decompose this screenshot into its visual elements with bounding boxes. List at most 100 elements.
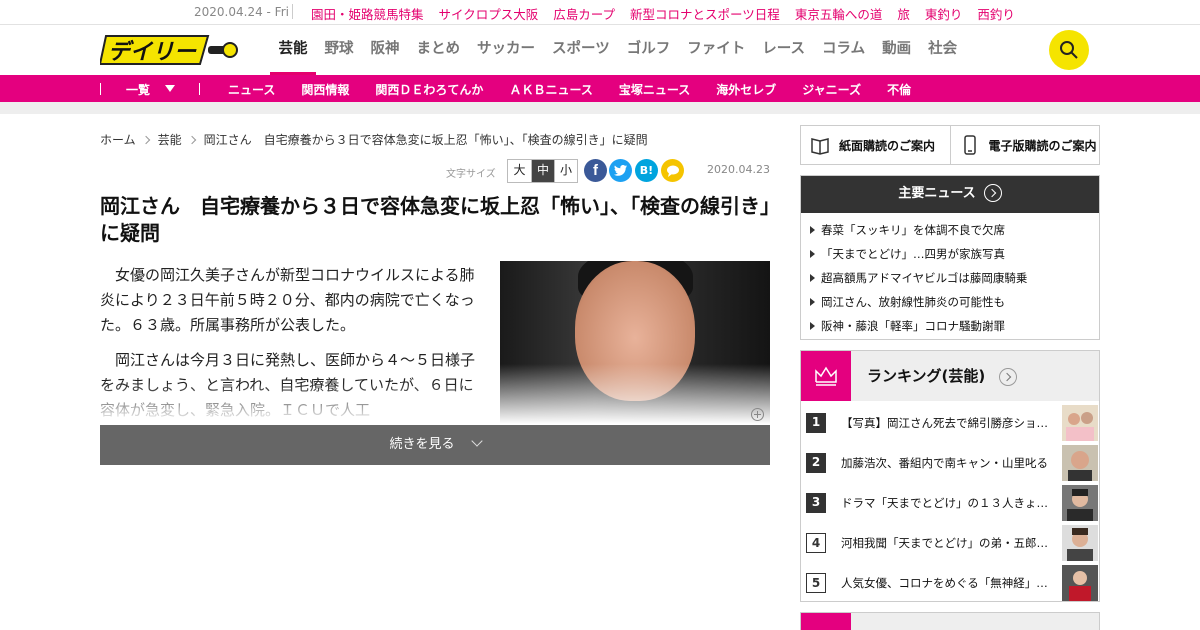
top-link[interactable]: 広島カープ xyxy=(553,4,615,23)
nav-fight[interactable]: ファイト xyxy=(679,25,754,75)
ranking-link[interactable]: 人気女優、コロナをめぐる「無神経」… xyxy=(841,575,1059,591)
subnav-item[interactable]: 海外セレブ xyxy=(716,81,776,98)
subscribe-row: 紙面購読のご案内 電子版購読のご案内 xyxy=(800,125,1100,165)
subnav-item[interactable]: 関西情報 xyxy=(301,81,349,98)
breadcrumb-category[interactable]: 芸能 xyxy=(158,131,182,148)
nav-column[interactable]: コラム xyxy=(814,25,874,75)
zoom-plus-icon[interactable] xyxy=(751,408,764,421)
subnav-item[interactable]: 不倫 xyxy=(887,81,911,98)
nav-yakyu[interactable]: 野球 xyxy=(316,25,362,75)
subnav-item[interactable]: 関西ＤＥわろてんか xyxy=(375,81,483,98)
ranking-link[interactable]: 【写真】岡江さん死去で綿引勝彦ショ… xyxy=(841,415,1059,431)
crown-badge xyxy=(801,613,851,630)
top-link[interactable]: 東釣り xyxy=(925,4,963,23)
news-link[interactable]: 超高額馬アドマイヤビルゴは藤岡康騎乗 xyxy=(821,271,1027,285)
subnav-item[interactable]: ジャニーズ xyxy=(802,81,861,98)
triangle-right-icon xyxy=(810,298,815,306)
ranking-thumbnail xyxy=(1062,525,1098,561)
font-size-small[interactable]: 小 xyxy=(554,160,577,182)
logo-graphic: デイリー xyxy=(98,35,238,65)
chevron-right-icon xyxy=(187,135,196,144)
nav-matome[interactable]: まとめ xyxy=(408,25,469,75)
ranking-item[interactable]: 1 【写真】岡江さん死去で綿引勝彦ショ… xyxy=(806,404,1098,442)
divider xyxy=(199,83,200,95)
text-fade xyxy=(100,383,478,423)
search-icon xyxy=(1060,41,1078,59)
nav-sports[interactable]: スポーツ xyxy=(544,25,619,75)
news-link[interactable]: 岡江さん、放射線性肺炎の可能性も xyxy=(821,295,1005,309)
top-link[interactable]: 新型コロナとスポーツ日程 xyxy=(630,4,780,23)
ranking-thumbnail xyxy=(1062,485,1098,521)
triangle-right-icon xyxy=(810,322,815,330)
arrow-right-icon[interactable] xyxy=(999,368,1017,386)
font-size-medium[interactable]: 中 xyxy=(531,160,554,182)
ranking-link[interactable]: ドラマ「天までとどけ」の１３人きょ… xyxy=(841,495,1059,511)
article-photo[interactable] xyxy=(500,261,770,424)
ranking-link[interactable]: 加藤浩次、番組内で南キャン・山里叱る xyxy=(841,455,1059,471)
nav-soccer[interactable]: サッカー xyxy=(469,25,544,75)
top-link[interactable]: 西釣り xyxy=(977,4,1015,23)
ranking-item[interactable]: 5 人気女優、コロナをめぐる「無神経」… xyxy=(806,564,1098,602)
news-link[interactable]: 「天までとどけ」…四男が家族写真 xyxy=(821,247,1005,261)
continue-reading-button[interactable]: 続きを見る xyxy=(100,425,770,465)
site-logo[interactable]: デイリー xyxy=(98,32,240,68)
ranking-item[interactable]: 2 加藤浩次、番組内で南キャン・山里叱る xyxy=(806,444,1098,482)
top-bar: 2020.04.24 - Fri 園田・姫路競馬特集 サイクロプス大阪 広島カー… xyxy=(0,0,1200,25)
paper-subscribe-button[interactable]: 紙面購読のご案内 xyxy=(800,125,951,165)
main-news-header[interactable]: 主要ニュース xyxy=(801,176,1099,213)
list-item[interactable]: 超高額馬アドマイヤビルゴは藤岡康騎乗 xyxy=(810,266,1099,290)
list-item[interactable]: 春菜「スッキリ」を体調不良で欠席 xyxy=(810,218,1099,242)
triangle-right-icon xyxy=(810,250,815,258)
font-size-large[interactable]: 大 xyxy=(508,160,531,182)
digital-subscribe-button[interactable]: 電子版購読のご案内 xyxy=(950,125,1100,165)
triangle-right-icon xyxy=(810,226,815,234)
divider xyxy=(292,4,293,19)
nav-douga[interactable]: 動画 xyxy=(874,25,920,75)
top-link[interactable]: 旅 xyxy=(897,4,910,23)
comment-icon[interactable] xyxy=(661,159,684,182)
subnav-item[interactable]: ＡＫＢニュース xyxy=(509,81,592,98)
ranking-link[interactable]: 河相我聞「天までとどけ」の弟・五郎… xyxy=(841,535,1059,551)
continue-label: 続きを見る xyxy=(389,437,455,452)
subnav-item[interactable]: ニュース xyxy=(228,81,275,98)
article-body: 女優の岡江久美子さんが新型コロナウイルスによる肺炎により２３日午前５時２０分、都… xyxy=(100,263,478,423)
breadcrumb-home[interactable]: ホーム xyxy=(100,131,136,148)
rank-number: 3 xyxy=(806,493,826,513)
search-button[interactable] xyxy=(1049,30,1089,70)
list-item[interactable]: 阪神・藤浪「軽率」コロナ騒動謝罪 xyxy=(810,314,1099,338)
ranking-header[interactable]: ランキング(芸能) xyxy=(801,351,1099,401)
nav-shakai[interactable]: 社会 xyxy=(920,25,966,75)
list-item[interactable]: 「天までとどけ」…四男が家族写真 xyxy=(810,242,1099,266)
top-links: 園田・姫路競馬特集 サイクロプス大阪 広島カープ 新型コロナとスポーツ日程 東京… xyxy=(311,4,1015,23)
top-link[interactable]: 園田・姫路競馬特集 xyxy=(311,4,424,23)
crown-icon xyxy=(815,366,837,386)
nav-hanshin[interactable]: 阪神 xyxy=(362,25,408,75)
ranking-title: ランキング(芸能) xyxy=(867,367,986,385)
rank-number: 2 xyxy=(806,453,826,473)
photo-fade xyxy=(500,364,770,424)
nav-race[interactable]: レース xyxy=(754,25,814,75)
rank-number: 4 xyxy=(806,533,826,553)
article-paragraph: 女優の岡江久美子さんが新型コロナウイルスによる肺炎により２３日午前５時２０分、都… xyxy=(100,266,475,334)
top-link[interactable]: 東京五輪への道 xyxy=(795,4,883,23)
ranking-item[interactable]: 4 河相我聞「天までとどけ」の弟・五郎… xyxy=(806,524,1098,562)
news-link[interactable]: 春菜「スッキリ」を体調不良で欠席 xyxy=(821,223,1005,237)
list-dropdown[interactable]: 一覧 xyxy=(126,81,150,98)
hatena-bookmark-icon[interactable]: B! xyxy=(635,159,658,182)
ranking-item[interactable]: 3 ドラマ「天までとどけ」の１３人きょ… xyxy=(806,484,1098,522)
triangle-right-icon xyxy=(810,274,815,282)
subnav-item[interactable]: 宝塚ニュース xyxy=(619,81,690,98)
list-item[interactable]: 岡江さん、放射線性肺炎の可能性も xyxy=(810,290,1099,314)
bird-icon xyxy=(614,165,627,176)
twitter-share-icon[interactable] xyxy=(609,159,632,182)
smartphone-icon xyxy=(963,135,976,155)
chevron-down-icon[interactable] xyxy=(165,85,175,92)
news-link[interactable]: 阪神・藤浪「軽率」コロナ騒動謝罪 xyxy=(821,319,1005,333)
ranking-thumbnail xyxy=(1062,445,1098,481)
top-link[interactable]: サイクロプス大阪 xyxy=(439,4,539,23)
article-headline: 岡江さん 自宅療養から３日で容体急変に坂上忍「怖い」、「検査の線引き」に疑問 xyxy=(100,194,770,245)
nav-geinou[interactable]: 芸能 xyxy=(270,25,316,75)
category-subnav: 一覧 ニュース 関西情報 関西ＤＥわろてんか ＡＫＢニュース 宝塚ニュース 海外… xyxy=(0,75,1200,102)
nav-golf[interactable]: ゴルフ xyxy=(618,25,679,75)
facebook-share-icon[interactable]: f xyxy=(584,159,607,182)
